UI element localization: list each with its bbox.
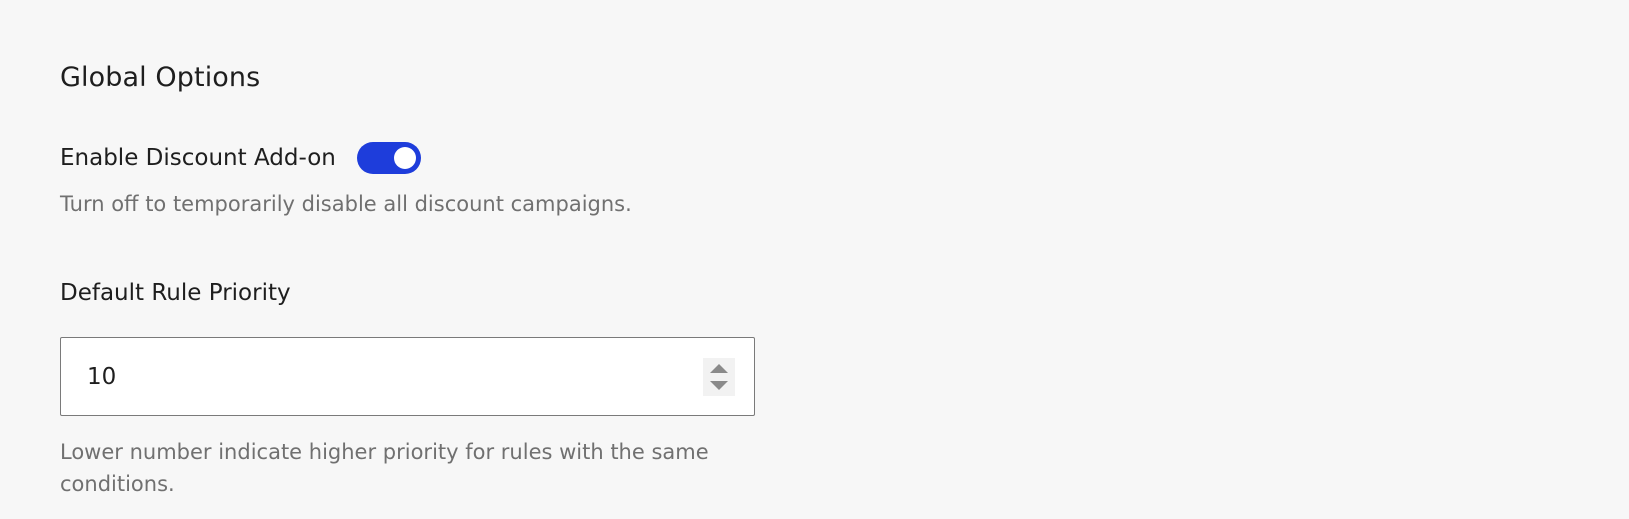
default-rule-priority-label: Default Rule Priority bbox=[60, 280, 291, 306]
number-spinner bbox=[703, 357, 735, 396]
global-options-panel: Global Options Enable Discount Add-on Tu… bbox=[0, 0, 1629, 519]
default-rule-priority-value[interactable]: 10 bbox=[87, 364, 703, 390]
section-title: Global Options bbox=[60, 62, 261, 93]
enable-discount-label: Enable Discount Add-on bbox=[60, 145, 336, 171]
enable-discount-row: Enable Discount Add-on bbox=[60, 140, 421, 176]
enable-discount-toggle[interactable] bbox=[356, 142, 421, 174]
enable-discount-help: Turn off to temporarily disable all disc… bbox=[60, 192, 632, 216]
increment-arrow-icon[interactable] bbox=[710, 363, 728, 373]
default-rule-priority-help: Lower number indicate higher priority fo… bbox=[60, 440, 709, 496]
toggle-knob bbox=[393, 147, 416, 169]
default-rule-priority-input[interactable]: 10 bbox=[60, 337, 755, 416]
decrement-arrow-icon[interactable] bbox=[710, 380, 728, 390]
